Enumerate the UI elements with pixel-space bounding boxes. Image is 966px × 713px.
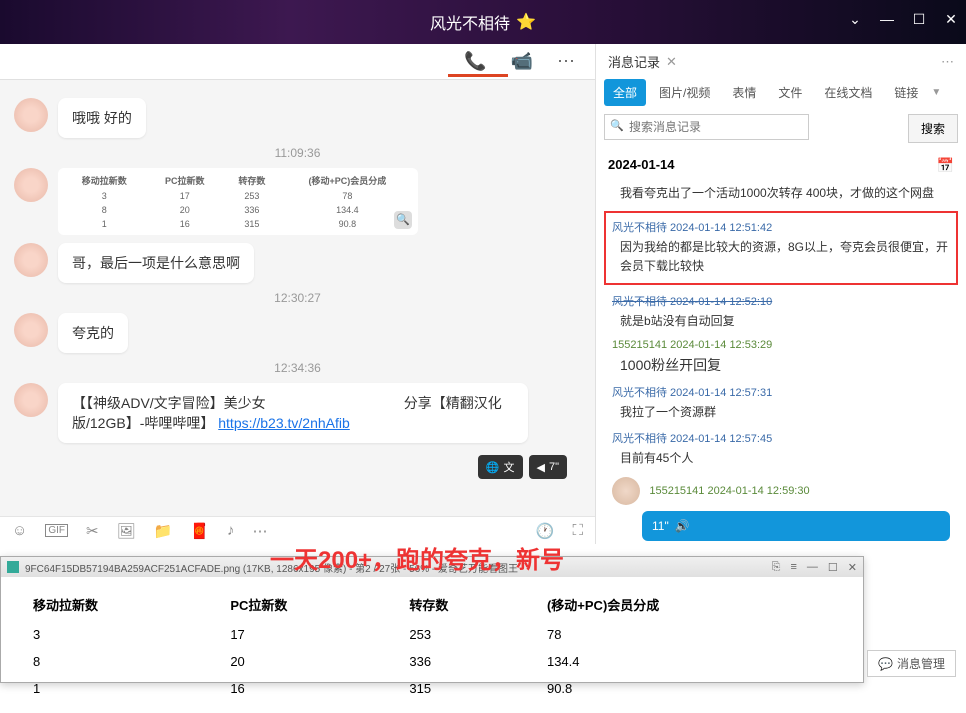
right-panel: 消息记录 ✕ ⋯ 全部 图片/视频 表情 文件 在线文档 链接 ▼ 搜索 202… bbox=[595, 44, 966, 544]
calendar-icon[interactable]: 📅 bbox=[937, 157, 954, 174]
more-icon[interactable]: ⋯ bbox=[557, 51, 575, 72]
message-row: 【【神级ADV/文字冒险】美少女████████ 1.5.0 ██分享【精翻汉化… bbox=[14, 383, 581, 443]
data-table: 移动拉新数PC拉新数转存数(移动+PC)会员分成 31725378 820336… bbox=[21, 587, 843, 703]
avatar[interactable] bbox=[14, 313, 48, 347]
panel-title: 消息记录 bbox=[608, 52, 660, 71]
screenshot-icon[interactable]: ✂ bbox=[86, 522, 99, 540]
file-icon[interactable]: 📁 bbox=[154, 522, 173, 540]
sound-icon: 🔊 bbox=[675, 519, 690, 533]
zoom-icon[interactable]: 🔍 bbox=[394, 211, 412, 229]
search-bar: 搜索 bbox=[596, 106, 966, 151]
history-list[interactable]: 我看夸克出了一个活动1000次转存 400块，才做的这个网盘 风光不相待 202… bbox=[596, 180, 966, 544]
viewer-menu-icon[interactable]: ≡ bbox=[790, 561, 796, 574]
tab-doc[interactable]: 在线文档 bbox=[815, 79, 881, 106]
timestamp: 11:09:36 bbox=[14, 146, 581, 160]
message-row: 哦哦 好的 bbox=[14, 98, 581, 138]
star-icon: ⭐ bbox=[516, 12, 536, 32]
message-bubble: 哥，最后一项是什么意思啊 bbox=[58, 243, 254, 283]
message-list[interactable]: 哦哦 好的 11:09:36 移动拉新数PC拉新数转存数(移动+PC)会员分成 … bbox=[0, 80, 595, 516]
tab-emoji[interactable]: 表情 bbox=[723, 79, 765, 106]
window-title: 风光不相待 bbox=[430, 10, 510, 34]
message-bubble: 夸克的 bbox=[58, 313, 128, 353]
link[interactable]: https://b23.tv/2nhAfib bbox=[218, 415, 350, 431]
history-item: 我看夸克出了一个活动1000次转存 400块，才做的这个网盘 bbox=[604, 180, 958, 207]
annotation-text: 一天200+，跑的夸克，新号 bbox=[270, 540, 564, 575]
translate-badge[interactable]: 🌐文 bbox=[478, 455, 523, 479]
image-icon[interactable]: 🖼 bbox=[117, 522, 136, 540]
timestamp: 12:30:27 bbox=[14, 291, 581, 305]
msg-meta: 155215141 2024-01-14 12:59:30 bbox=[649, 485, 809, 497]
msg-meta: 风光不相待 2024-01-14 12:52:10 bbox=[612, 293, 950, 309]
image-viewer-window: 9FC64F15DB57194BA259ACF251ACFADE.png (17… bbox=[0, 556, 864, 683]
panel-more-icon[interactable]: ⋯ bbox=[941, 54, 954, 70]
filter-tabs: 全部 图片/视频 表情 文件 在线文档 链接 ▼ bbox=[596, 79, 966, 106]
voice-bubble[interactable]: 11"🔊 bbox=[642, 511, 950, 541]
app-icon bbox=[7, 561, 19, 573]
chat-area: 📞 📹 ⋯ 哦哦 好的 11:09:36 移动拉新数PC拉新数转存数(移动+PC… bbox=[0, 44, 595, 544]
voice-call-icon[interactable]: 📞 bbox=[464, 51, 486, 72]
message-row: 夸克的 bbox=[14, 313, 581, 353]
date-header: 2024-01-14 📅 bbox=[596, 151, 966, 180]
viewer-minimize-button[interactable]: — bbox=[807, 561, 818, 574]
active-indicator bbox=[448, 74, 508, 77]
table-row: 820336134.4 bbox=[23, 649, 841, 674]
search-button[interactable]: 搜索 bbox=[908, 114, 958, 143]
more-icon[interactable]: ⋯ bbox=[253, 522, 268, 540]
avatar[interactable] bbox=[612, 477, 640, 505]
chat-icon: 💬 bbox=[878, 657, 893, 671]
table-image[interactable]: 移动拉新数PC拉新数转存数(移动+PC)会员分成 31725378 820336… bbox=[58, 168, 418, 235]
redpacket-icon[interactable]: 🧧 bbox=[190, 522, 209, 540]
music-icon[interactable]: ♪ bbox=[227, 522, 235, 539]
dropdown-icon[interactable]: ⌄ bbox=[848, 12, 862, 26]
titlebar: 风光不相待 ⭐ ⌄ — ☐ ✕ bbox=[0, 0, 966, 44]
viewer-body[interactable]: 移动拉新数PC拉新数转存数(移动+PC)会员分成 31725378 820336… bbox=[1, 577, 863, 713]
search-input[interactable] bbox=[604, 114, 809, 140]
timestamp: 12:34:36 bbox=[14, 361, 581, 375]
expand-icon[interactable]: ⛶ bbox=[572, 522, 583, 539]
viewer-pin-icon[interactable]: ⎘ bbox=[772, 561, 781, 574]
history-item: 155215141 2024-01-14 12:53:29 1000粉丝开回复 bbox=[604, 335, 958, 380]
avatar[interactable] bbox=[14, 168, 48, 202]
translate-bar: 🌐文 ◀ 7" bbox=[14, 451, 581, 483]
avatar[interactable] bbox=[14, 243, 48, 277]
table-row: 11631590.8 bbox=[23, 676, 841, 701]
tab-link[interactable]: 链接 bbox=[885, 79, 927, 106]
gif-icon[interactable]: GIF bbox=[45, 524, 68, 537]
panel-header: 消息记录 ✕ ⋯ bbox=[596, 44, 966, 79]
voice-duration-badge[interactable]: ◀ 7" bbox=[529, 455, 568, 479]
tab-file[interactable]: 文件 bbox=[769, 79, 811, 106]
history-item: 风光不相待 2024-01-14 12:52:10 就是b站没有自动回复 bbox=[604, 289, 958, 335]
history-item: 风光不相待 2024-01-14 12:57:31 我拉了一个资源群 bbox=[604, 380, 958, 426]
close-button[interactable]: ✕ bbox=[944, 12, 958, 26]
msg-meta: 155215141 2024-01-14 12:53:29 bbox=[612, 339, 950, 351]
history-item: 155215141 2024-01-14 12:59:30 11"🔊 bbox=[604, 473, 958, 544]
message-manage-button[interactable]: 💬 消息管理 bbox=[867, 650, 956, 677]
tab-all[interactable]: 全部 bbox=[604, 79, 646, 106]
msg-meta: 风光不相待 2024-01-14 12:57:31 bbox=[612, 384, 950, 400]
viewer-maximize-button[interactable]: ☐ bbox=[828, 561, 838, 574]
msg-meta: 风光不相待 2024-01-14 12:51:42 bbox=[612, 219, 950, 235]
avatar[interactable] bbox=[14, 98, 48, 132]
table-row: 31725378 bbox=[23, 622, 841, 647]
window-controls: ⌄ — ☐ ✕ bbox=[848, 12, 958, 26]
maximize-button[interactable]: ☐ bbox=[912, 12, 926, 26]
tab-media[interactable]: 图片/视频 bbox=[650, 79, 719, 106]
message-row: 哥，最后一项是什么意思啊 bbox=[14, 243, 581, 283]
message-bubble: 【【神级ADV/文字冒险】美少女████████ 1.5.0 ██分享【精翻汉化… bbox=[58, 383, 528, 443]
viewer-close-button[interactable]: ✕ bbox=[848, 561, 857, 574]
date-label: 2024-01-14 bbox=[608, 157, 675, 174]
emoji-icon[interactable]: ☺ bbox=[12, 522, 27, 539]
history-icon[interactable]: 🕐 bbox=[536, 522, 555, 540]
avatar[interactable] bbox=[14, 383, 48, 417]
minimize-button[interactable]: — bbox=[880, 12, 894, 26]
history-item: 风光不相待 2024-01-14 12:57:45 目前有45个人 bbox=[604, 426, 958, 472]
msg-meta: 风光不相待 2024-01-14 12:57:45 bbox=[612, 430, 950, 446]
message-bubble: 哦哦 好的 bbox=[58, 98, 146, 138]
close-panel-icon[interactable]: ✕ bbox=[666, 54, 677, 70]
highlighted-item: 风光不相待 2024-01-14 12:51:42 因为我给的都是比较大的资源，… bbox=[604, 211, 958, 284]
message-row: 移动拉新数PC拉新数转存数(移动+PC)会员分成 31725378 820336… bbox=[14, 168, 581, 235]
video-call-icon[interactable]: 📹 bbox=[511, 51, 533, 72]
